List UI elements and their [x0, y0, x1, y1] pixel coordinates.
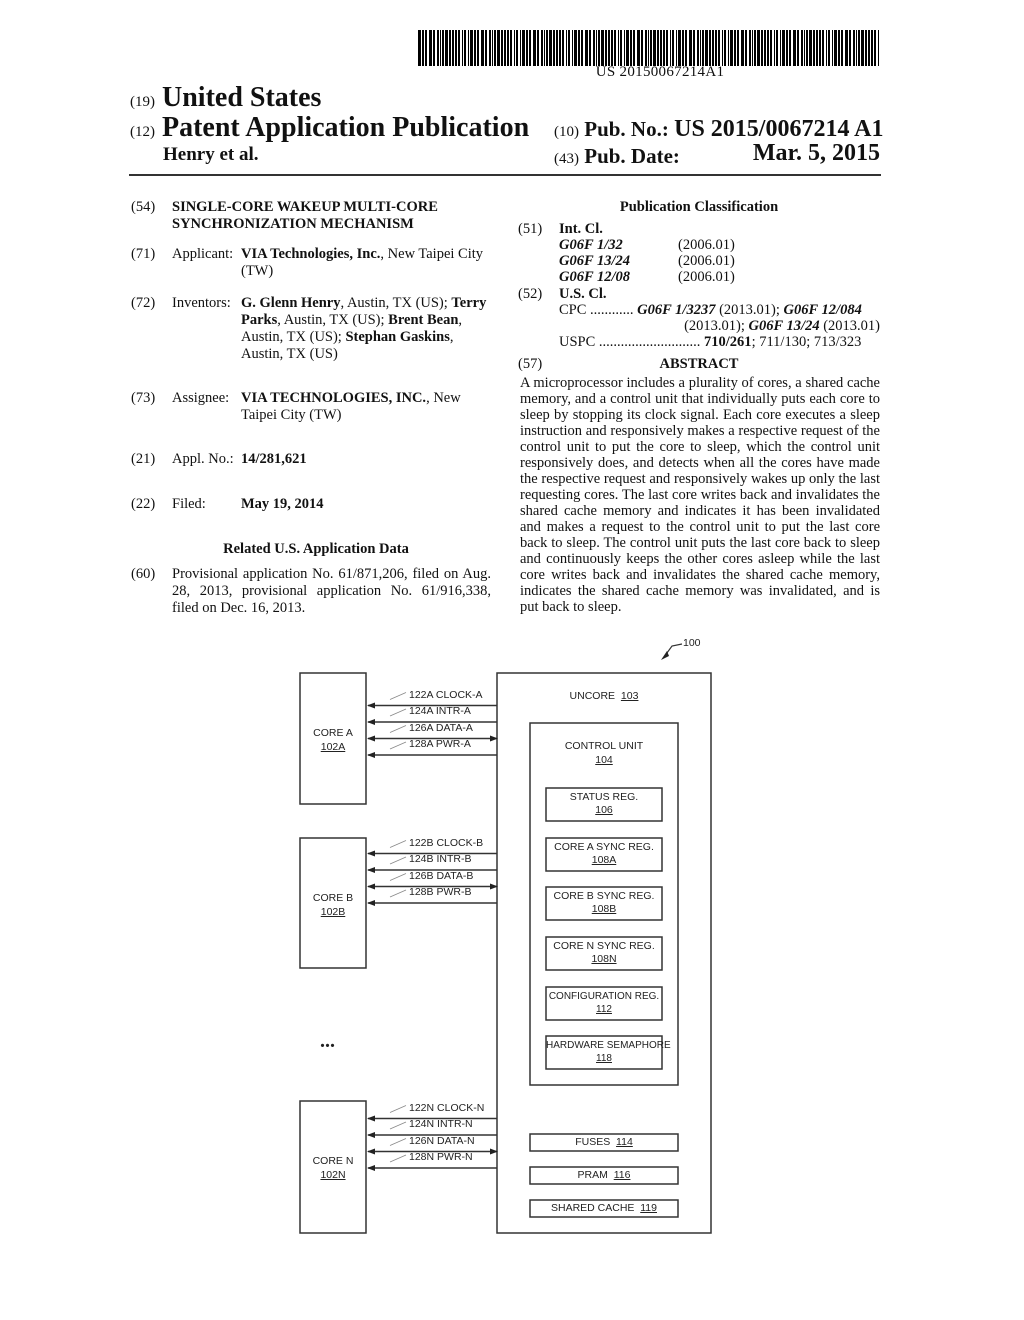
signal-name: PWR-B	[436, 886, 472, 898]
signal-label: 124N INTR-N	[409, 1118, 473, 1130]
uncore-block-label: SHARED CACHE 119	[530, 1202, 678, 1214]
register-name: HARDWARE SEMAPHORE	[546, 1040, 671, 1051]
figure-1: 100 CORE A 102A CORE B 102B CORE N 102N ...…	[0, 0, 1024, 1320]
uncore-block-name: FUSES	[575, 1136, 617, 1148]
signal-leader	[389, 889, 407, 898]
signal-name: PWR-A	[435, 738, 471, 750]
uncore-block-name: SHARED CACHE	[550, 1202, 641, 1214]
signal-name: CLOCK-B	[436, 836, 484, 849]
signal-leader	[389, 873, 407, 881]
core-b-label: CORE B 102B	[300, 891, 366, 919]
uncore-label: UNCORE 103	[497, 690, 711, 702]
control-unit-ref: 104	[595, 754, 613, 766]
uncore-block-ref: 119	[640, 1202, 657, 1214]
uncore-ref: 103	[620, 690, 639, 702]
core-a-label: CORE A 102A	[300, 726, 366, 754]
register-name: CORE B SYNC REG.	[553, 890, 655, 902]
signal-leader	[389, 1138, 407, 1146]
signal-ref: 126N	[409, 1134, 438, 1147]
register-label: CORE B SYNC REG. 108B	[546, 890, 662, 916]
uncore-name: UNCORE	[569, 690, 616, 702]
signal-label: 128B PWR-B	[409, 886, 471, 898]
signal-name: CLOCK-N	[437, 1101, 485, 1114]
control-unit-label: CONTROL UNIT 104	[530, 739, 678, 767]
signal-label: 124B INTR-B	[409, 853, 471, 865]
core-ref: 102A	[320, 741, 346, 753]
diagram-canvas	[299, 643, 712, 1234]
signal-label: 124A INTR-A	[409, 705, 471, 717]
signal-leader	[389, 708, 407, 717]
register-name: CORE A SYNC REG.	[554, 841, 654, 853]
signal-leader	[389, 1105, 407, 1113]
signal-leader	[389, 1121, 407, 1130]
core-ref: 102N	[320, 1169, 346, 1181]
signal-leader	[389, 1154, 407, 1163]
uncore-block-ref: 116	[613, 1169, 631, 1181]
signal-name: DATA-A	[435, 721, 473, 734]
register-label: CONFIGURATION REG. 112	[546, 990, 662, 1016]
signal-ref: 126B	[409, 869, 437, 882]
signal-label: 122N CLOCK-N	[409, 1102, 484, 1114]
register-ref: 108N	[591, 953, 617, 965]
signal-label: 128N PWR-N	[409, 1151, 473, 1163]
register-label: CORE N SYNC REG. 108N	[546, 940, 662, 966]
uncore-block-name: PRAM	[577, 1169, 614, 1181]
uncore-block-label: PRAM 116	[530, 1169, 678, 1181]
register-name: STATUS REG.	[569, 791, 639, 803]
control-unit-name: CONTROL UNIT	[564, 740, 644, 752]
signal-leader	[389, 856, 407, 865]
signal-ref: 128B	[409, 886, 437, 898]
signal-leader	[389, 741, 407, 750]
signal-leader	[389, 840, 407, 848]
core-name: CORE B	[312, 892, 354, 904]
signal-name: PWR-N	[437, 1151, 473, 1163]
signal-ref: 126A	[409, 721, 436, 734]
figure-ref: 100	[683, 637, 701, 649]
register-ref: 106	[595, 804, 613, 816]
core-n-label: CORE N 102N	[300, 1154, 366, 1182]
signal-ref: 122A	[409, 688, 436, 701]
ellipsis: ...	[320, 1030, 335, 1052]
signal-label: 126B DATA-B	[409, 870, 473, 882]
signal-ref: 124B	[409, 853, 437, 865]
signal-name: INTR-A	[435, 705, 471, 717]
register-label: HARDWARE SEMAPHORE 118	[546, 1039, 671, 1065]
core-ref: 102B	[320, 906, 346, 918]
signal-label: 126N DATA-N	[409, 1135, 475, 1147]
uncore-block-label: FUSES 114	[530, 1136, 678, 1148]
register-label: CORE A SYNC REG. 108A	[546, 841, 662, 867]
signal-name: INTR-B	[436, 853, 472, 865]
register-name: CONFIGURATION REG.	[548, 991, 660, 1002]
signal-label: 122B CLOCK-B	[409, 837, 483, 849]
signal-ref: 128N	[409, 1151, 438, 1163]
signal-name: CLOCK-A	[435, 688, 483, 701]
core-name: CORE A	[313, 727, 353, 739]
signal-ref: 124A	[409, 705, 436, 717]
register-ref: 108B	[591, 903, 617, 915]
signal-name: DATA-B	[436, 869, 474, 882]
register-ref: 108A	[591, 854, 617, 866]
register-label: STATUS REG. 106	[546, 791, 662, 817]
signal-label: 128A PWR-A	[409, 738, 471, 750]
signal-ref: 124N	[409, 1118, 438, 1130]
signal-ref: 122N	[409, 1101, 438, 1114]
core-name: CORE N	[312, 1155, 354, 1167]
uncore-block-ref: 114	[616, 1136, 633, 1148]
register-name: CORE N SYNC REG.	[553, 940, 655, 952]
signal-ref: 122B	[409, 836, 437, 849]
signal-name: DATA-N	[437, 1134, 475, 1147]
register-ref: 118	[596, 1053, 612, 1064]
register-ref: 112	[596, 1004, 612, 1015]
signal-leader	[389, 725, 407, 733]
signal-label: 122A CLOCK-A	[409, 689, 483, 701]
signal-label: 126A DATA-A	[409, 722, 473, 734]
signal-ref: 128A	[409, 738, 436, 750]
signal-leader	[389, 692, 407, 700]
signal-name: INTR-N	[437, 1118, 473, 1130]
